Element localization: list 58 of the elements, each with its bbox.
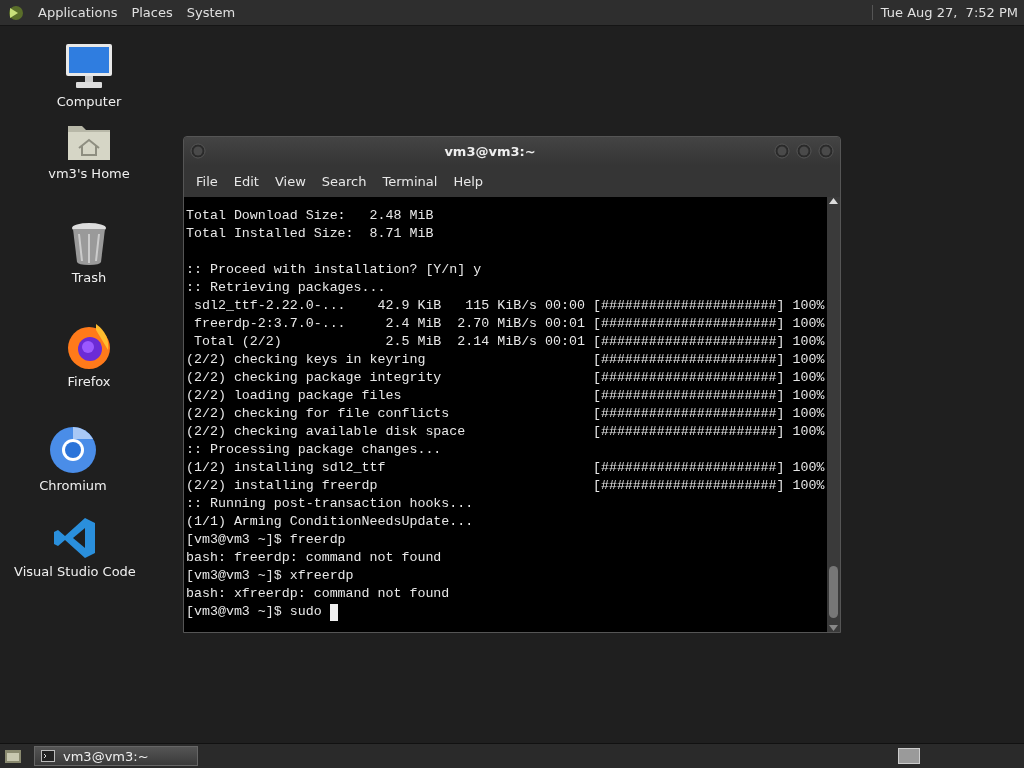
terminal-line: :: Running post-transaction hooks...	[186, 495, 475, 513]
window-title: vm3@vm3:~	[443, 143, 537, 159]
terminal-line: :: Processing package changes...	[186, 441, 443, 459]
terminal-icon	[41, 750, 55, 762]
firefox-icon	[66, 322, 112, 370]
terminal-line: :: Proceed with installation? [Y/n] y	[186, 261, 483, 279]
desktop-icon[interactable]	[4, 748, 22, 764]
desktop-icon-label[interactable]: vm3's Home	[48, 166, 130, 181]
window-control-icon[interactable]	[190, 143, 206, 159]
menu-item[interactable]: View	[266, 173, 314, 189]
terminal-line: [vm3@vm3 ~]$ sudo	[186, 603, 323, 621]
terminal-line: freerdp-2:3.7.0-... 2.4 MiB 2.70 MiB/s 00:01 [######################] 100%	[192, 315, 826, 333]
menu-item[interactable]: Terminal	[374, 173, 446, 189]
scrollbar[interactable]	[827, 197, 840, 632]
terminal-line: (1/2) installing sdl2_ttf [######################] 100%	[186, 459, 826, 477]
menu-item[interactable]: Search	[313, 173, 375, 189]
scroll-up-icon[interactable]	[829, 197, 838, 205]
trash-icon	[70, 222, 108, 266]
terminal-line: (2/2) checking available disk space [######################] 100%	[186, 423, 826, 441]
window-control-icon[interactable]	[796, 143, 812, 159]
desktop-icon-label[interactable]: Computer	[56, 94, 122, 109]
terminal-line: [vm3@vm3 ~]$ xfreerdp	[186, 567, 355, 585]
computer-icon	[64, 42, 114, 90]
terminal-line: Total Download Size: 2.48 MiB	[186, 207, 435, 225]
terminal-line: [vm3@vm3 ~]$ freerdp	[186, 531, 347, 549]
terminal-line: (2/2) installing freerdp [######################] 100%	[186, 477, 826, 495]
desktop-icon-label[interactable]: Trash	[71, 270, 107, 285]
desktop-icon-label[interactable]: Chromium	[39, 478, 107, 493]
workspace-icon[interactable]	[898, 748, 920, 764]
window-control-icon[interactable]	[818, 143, 834, 159]
panel-menu[interactable]: Applications	[38, 5, 118, 20]
terminal-line: (2/2) checking for file conflicts [######################] 100%	[186, 405, 826, 423]
menu-item[interactable]: Edit	[225, 173, 267, 189]
terminal-line: (2/2) checking package integrity [######################] 100%	[186, 369, 826, 387]
desktop-icon-label[interactable]: Firefox	[67, 374, 111, 389]
terminal-line: Total (2/2) 2.5 MiB 2.14 MiB/s 00:01 [######################] 100%	[192, 333, 826, 351]
text-cursor	[329, 603, 338, 621]
clock[interactable]: Tue Aug 27, 7:52 PM	[871, 5, 1018, 20]
menu-item[interactable]: Help	[445, 173, 492, 189]
terminal-line: sdl2_ttf-2.22.0-... 42.9 KiB 115 KiB/s 00:00 [######################] 100%	[192, 297, 826, 315]
terminal-line: (2/2) loading package files [######################] 100%	[186, 387, 826, 405]
desktop-icon-label[interactable]: Visual Studio Code	[14, 564, 136, 579]
scrollbar-thumb[interactable]	[829, 566, 838, 618]
chromium-icon	[49, 426, 97, 474]
window-control-icon[interactable]	[774, 143, 790, 159]
task-button[interactable]: vm3@vm3:~	[34, 746, 198, 766]
panel-menu[interactable]: Places	[131, 5, 173, 20]
terminal-line: (1/1) Arming ConditionNeedsUpdate...	[186, 513, 475, 531]
terminal-line: bash: xfreerdp: command not found	[186, 585, 451, 603]
terminal-line: Total Installed Size: 8.71 MiB	[186, 225, 435, 243]
scroll-down-icon[interactable]	[829, 624, 838, 632]
distro-logo-icon[interactable]	[6, 3, 24, 22]
code-editor-icon	[53, 516, 97, 560]
terminal-line: :: Retrieving packages...	[186, 279, 387, 297]
menu-item[interactable]: File	[188, 173, 226, 189]
panel-menu[interactable]: System	[186, 5, 236, 20]
terminal-line: (2/2) checking keys in keyring [######################] 100%	[186, 351, 826, 369]
terminal-line: bash: freerdp: command not found	[186, 549, 443, 567]
